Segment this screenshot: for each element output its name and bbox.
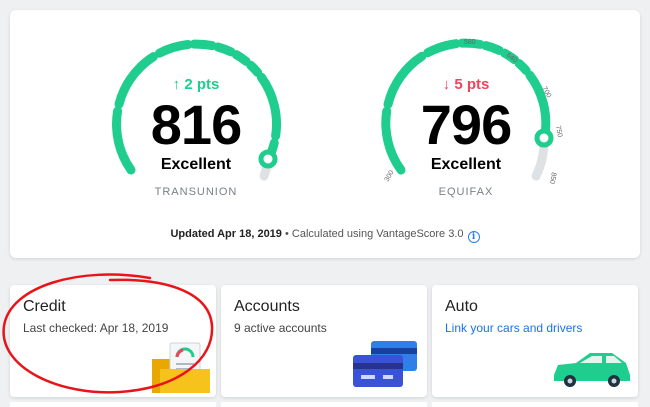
car-icon: [554, 353, 630, 387]
credit-score-card: ↑ 2 pts 816 Excellent TRANSUNION 300 580…: [10, 10, 640, 258]
auto-tile[interactable]: Auto Link your cars and drivers: [432, 285, 638, 397]
transunion-rating: Excellent: [160, 156, 232, 173]
accounts-tile-title: Accounts: [234, 298, 300, 315]
credit-tile-subtitle: Last checked: Apr 18, 2019: [23, 321, 169, 335]
equifax-label: EQUIFAX: [438, 186, 494, 198]
info-icon[interactable]: i: [467, 231, 480, 243]
credit-cards-icon: [353, 341, 417, 387]
credit-tile[interactable]: Credit Last checked: Apr 18, 2019: [10, 285, 216, 397]
transunion-change: ↑ 2 pts: [172, 76, 220, 93]
vantagescore-note: Calculated using VantageScore 3.0: [291, 228, 464, 240]
equifax-score: 796: [420, 93, 512, 156]
equifax-rating: Excellent: [430, 156, 502, 173]
auto-tile-title: Auto: [445, 298, 478, 315]
folder-report-icon: [152, 342, 210, 393]
footer-separator: •: [281, 228, 292, 240]
next-row-edge: [432, 402, 638, 407]
link-cars-link[interactable]: Link your cars and drivers: [445, 321, 582, 335]
transunion-gauge[interactable]: ↑ 2 pts 816 Excellent TRANSUNION: [96, 30, 296, 210]
updated-date: Updated Apr 18, 2019: [170, 228, 282, 240]
equifax-gauge[interactable]: 300 580 640 700 750 850 ↓ 5 pts 796 Exce…: [366, 30, 566, 210]
accounts-tile[interactable]: Accounts 9 active accounts: [221, 285, 427, 397]
transunion-label: TRANSUNION: [154, 186, 238, 198]
equifax-tick-580: 580: [464, 39, 476, 46]
credit-tile-title: Credit: [23, 298, 66, 315]
next-row-edge: [221, 402, 427, 407]
transunion-score: 816: [150, 93, 242, 156]
next-row-edge: [10, 402, 216, 407]
equifax-change: ↓ 5 pts: [442, 76, 490, 93]
accounts-tile-subtitle: 9 active accounts: [234, 321, 327, 335]
score-footer: Updated Apr 18, 2019 • Calculated using …: [10, 228, 640, 243]
